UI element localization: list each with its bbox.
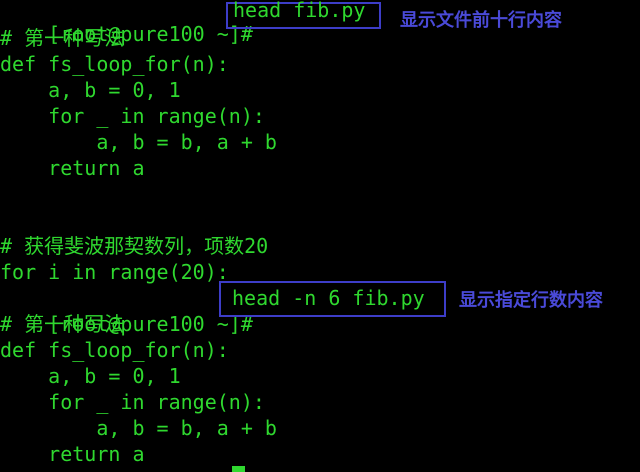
output-line: def fs_loop_for(n): [0,52,229,76]
output-line: a, b = 0, 1 [0,364,181,388]
terminal-window[interactable]: [root@pure100 ~]# head fib.py 显示文件前十行内容 … [0,0,640,472]
annotation-label: 显示文件前十行内容 [400,10,562,31]
output-line: # 第一种写法 [0,312,125,336]
output-line: for i in range(20): [0,260,229,284]
output-line: def fs_loop_for(n): [0,338,229,362]
output-line: a, b = b, a + b [0,416,277,440]
command-text: head -n 6 fib.py [232,286,425,310]
output-line: a, b = b, a + b [0,130,277,154]
command-text: head fib.py [233,0,366,22]
prompt-line-1: [root@pure100 ~]# [0,0,253,46]
output-line: # 获得斐波那契数列，项数20 [0,234,269,258]
output-line: # 第一种写法 [0,26,125,50]
terminal-cursor [232,466,245,472]
output-line: return a [0,156,145,180]
output-line: a, b = 0, 1 [0,78,181,102]
output-line: for _ in range(n): [0,104,265,128]
annotation-label: 显示指定行数内容 [459,290,603,311]
prompt-line-2: [root@pure100 ~]# [0,285,253,336]
output-line: for _ in range(n): [0,390,265,414]
output-line: return a [0,442,145,466]
